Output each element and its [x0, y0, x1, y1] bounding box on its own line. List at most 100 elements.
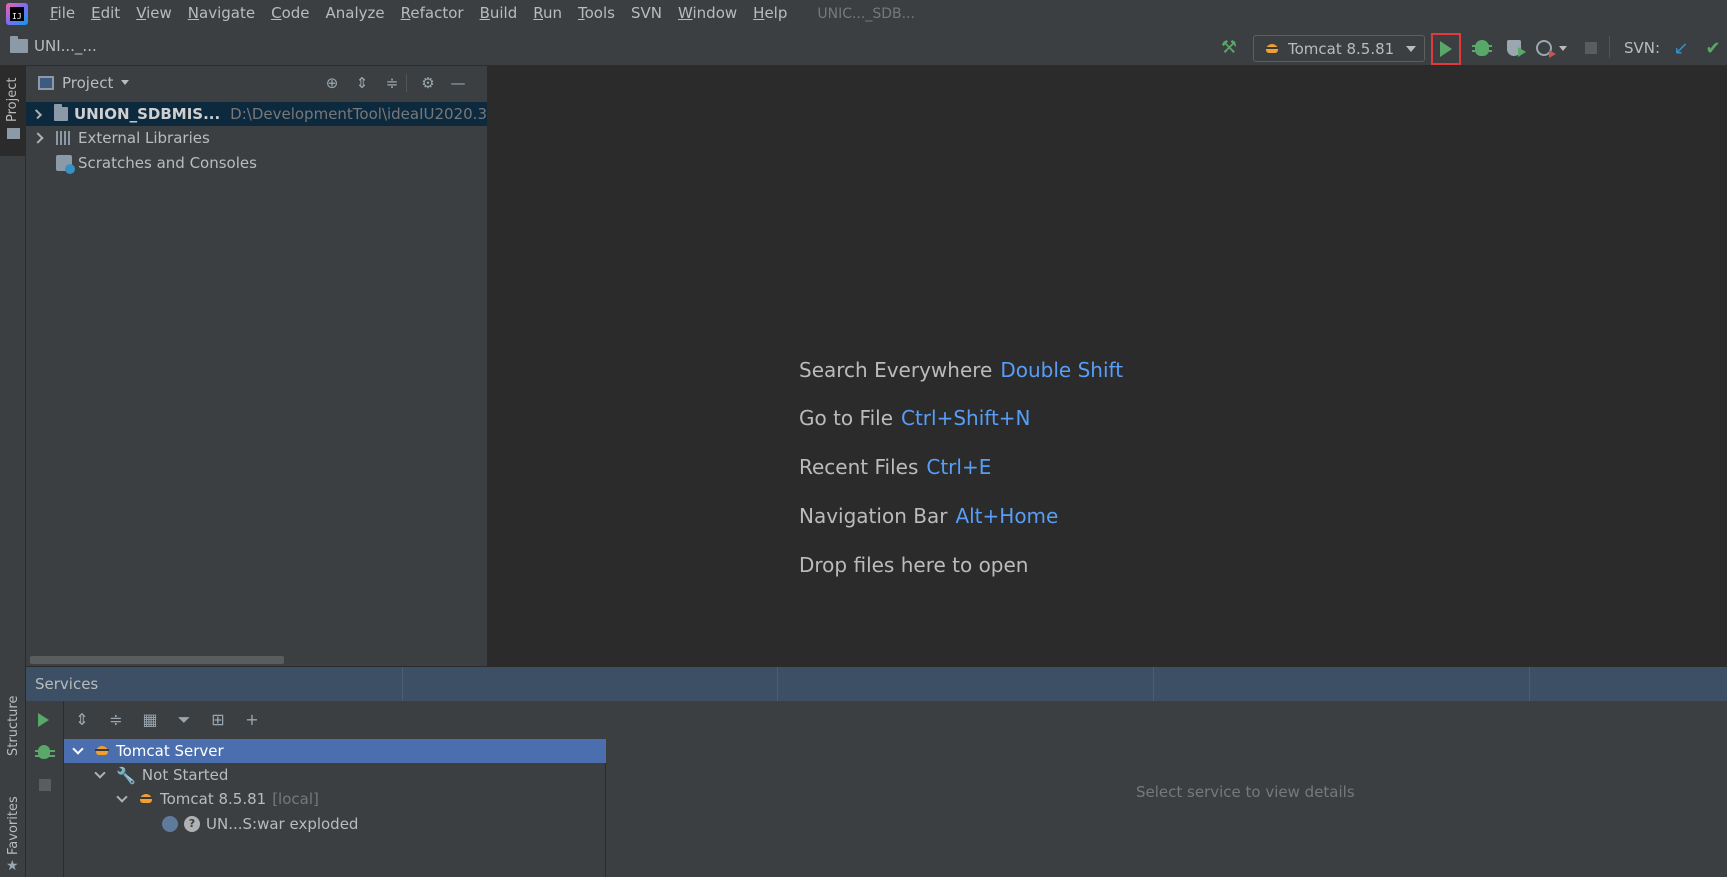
- collapse-all-icon[interactable]: ≑: [382, 74, 402, 92]
- profile-button[interactable]: [1533, 37, 1556, 59]
- minimize-icon[interactable]: —: [448, 74, 468, 92]
- debug-button[interactable]: [1471, 37, 1493, 59]
- folder-icon: [10, 36, 28, 53]
- tree-node-tomcat-instance[interactable]: Tomcat 8.5.81 [local]: [116, 787, 319, 811]
- tree-node-scratches[interactable]: Scratches and Consoles: [56, 151, 257, 175]
- filter-icon[interactable]: ⏷: [174, 710, 194, 730]
- run-button[interactable]: [1431, 33, 1461, 65]
- menu-window[interactable]: Window: [670, 0, 745, 27]
- folder-icon: [7, 128, 20, 139]
- svn-commit-button[interactable]: ✔: [1702, 37, 1724, 59]
- collapse-all-icon[interactable]: ≑: [106, 710, 126, 730]
- tree-node-project-root[interactable]: UNION_SDBMIS... D:\DevelopmentTool\ideaI…: [26, 102, 487, 126]
- tree-node-artifact[interactable]: ? UN...S:war exploded: [162, 812, 358, 836]
- profiler-icon: [1536, 40, 1556, 58]
- libraries-icon: [56, 131, 72, 145]
- stop-button[interactable]: [1580, 37, 1602, 59]
- services-side-toolbar: [26, 701, 64, 877]
- menu-bar: IJ File Edit View Navigate Code Analyze …: [0, 0, 1727, 27]
- svn-update-button[interactable]: ↙: [1670, 37, 1692, 59]
- menu-file[interactable]: File: [42, 0, 83, 27]
- chevron-down-icon[interactable]: [116, 791, 128, 803]
- menu-build[interactable]: Build: [472, 0, 526, 27]
- tomcat-icon: [138, 793, 154, 805]
- hint-go-to-file: Go to File Ctrl+Shift+N: [799, 406, 1031, 430]
- chevron-right-icon[interactable]: [32, 108, 43, 120]
- group-by-icon[interactable]: ▦: [140, 710, 160, 730]
- hint-navigation-bar: Navigation Bar Alt+Home: [799, 504, 1058, 528]
- play-icon: [1440, 41, 1452, 57]
- chevron-down-icon[interactable]: [72, 743, 84, 755]
- run-config-label: Tomcat 8.5.81: [1288, 39, 1395, 58]
- header-divider: [777, 667, 778, 701]
- bug-icon: [1472, 40, 1492, 56]
- hint-label: Recent Files: [799, 455, 919, 479]
- intellij-logo-icon: IJ: [6, 2, 28, 25]
- menu-analyze[interactable]: Analyze: [318, 0, 393, 27]
- services-toolbar: ⇕ ≑ ▦ ⏷ ⊞ +: [64, 701, 606, 739]
- hint-label: Drop files here to open: [799, 553, 1029, 577]
- services-empty-message: Select service to view details: [1136, 783, 1355, 801]
- menu-help[interactable]: Help: [745, 0, 795, 27]
- menu-navigate[interactable]: Navigate: [180, 0, 263, 27]
- hint-label: Go to File: [799, 406, 893, 430]
- stop-icon: [1585, 42, 1597, 54]
- hammer-icon[interactable]: ⚒: [1218, 37, 1240, 59]
- new-tab-icon[interactable]: ⊞: [208, 710, 228, 730]
- tool-window-tab-project[interactable]: Project: [0, 66, 26, 156]
- hint-label: Search Everywhere: [799, 358, 993, 382]
- tree-node-not-started[interactable]: 🔧 Not Started: [94, 763, 228, 787]
- scratches-label: Scratches and Consoles: [78, 154, 257, 172]
- hint-shortcut: Double Shift: [1000, 358, 1124, 382]
- chevron-down-icon: [1559, 45, 1567, 51]
- play-icon[interactable]: [38, 713, 49, 727]
- scratches-icon: [56, 155, 75, 174]
- tool-window-tab-structure[interactable]: Structure: [0, 694, 26, 776]
- hint-shortcut: Ctrl+Shift+N: [901, 406, 1031, 430]
- expand-all-icon[interactable]: ⇕: [352, 74, 372, 92]
- project-view-selector[interactable]: Project: [38, 73, 130, 92]
- expand-all-icon[interactable]: ⇕: [72, 710, 92, 730]
- menu-refactor[interactable]: Refactor: [393, 0, 472, 27]
- tool-window-tab-favorites[interactable]: Favorites ★: [0, 796, 26, 877]
- add-service-icon[interactable]: +: [242, 710, 262, 730]
- chevron-right-icon[interactable]: [32, 132, 44, 144]
- coverage-icon: [1507, 40, 1526, 57]
- horizontal-scrollbar[interactable]: [30, 656, 284, 664]
- hint-label: Navigation Bar: [799, 504, 948, 528]
- menu-tools[interactable]: Tools: [570, 0, 623, 27]
- hint-search-everywhere: Search Everywhere Double Shift: [799, 358, 1123, 382]
- run-configuration-selector[interactable]: Tomcat 8.5.81: [1253, 35, 1425, 62]
- chevron-down-icon: [121, 80, 130, 85]
- project-panel-title: Project: [62, 73, 114, 92]
- tree-node-tomcat-server[interactable]: Tomcat Server: [64, 739, 606, 763]
- tomcat-icon: [1264, 43, 1280, 55]
- tree-node-external-libraries[interactable]: External Libraries: [32, 126, 210, 150]
- favorites-tab-label: Favorites: [6, 796, 21, 855]
- profile-dropdown[interactable]: [1555, 37, 1571, 59]
- arrow-down-left-icon: ↙: [1673, 37, 1689, 59]
- tomcat-instance-suffix: [local]: [272, 790, 319, 808]
- breadcrumb[interactable]: UNI..._...: [10, 36, 97, 55]
- menu-svn[interactable]: SVN: [623, 0, 670, 27]
- chevron-down-icon[interactable]: [94, 767, 106, 779]
- menu-view[interactable]: View: [128, 0, 180, 27]
- window-title: UNIC..._SDB...: [817, 5, 915, 22]
- stop-icon[interactable]: [39, 779, 51, 791]
- services-title: Services: [35, 675, 99, 693]
- header-divider: [402, 667, 403, 701]
- coverage-button[interactable]: [1503, 37, 1526, 59]
- debug-button[interactable]: [35, 745, 55, 759]
- gear-icon[interactable]: ⚙: [418, 74, 438, 92]
- artifact-icon: [162, 816, 178, 832]
- navigation-toolbar: [0, 27, 1727, 66]
- module-folder-icon: [54, 104, 68, 121]
- menu-run[interactable]: Run: [525, 0, 570, 27]
- menu-code[interactable]: Code: [263, 0, 317, 27]
- toolbar-divider: [1609, 36, 1610, 58]
- locate-icon[interactable]: ⊕: [322, 74, 342, 92]
- services-panel-header: Services: [26, 667, 1727, 701]
- artifact-label: UN...S:war exploded: [206, 815, 359, 833]
- menu-edit[interactable]: Edit: [83, 0, 128, 27]
- tomcat-instance-label: Tomcat 8.5.81: [160, 790, 267, 808]
